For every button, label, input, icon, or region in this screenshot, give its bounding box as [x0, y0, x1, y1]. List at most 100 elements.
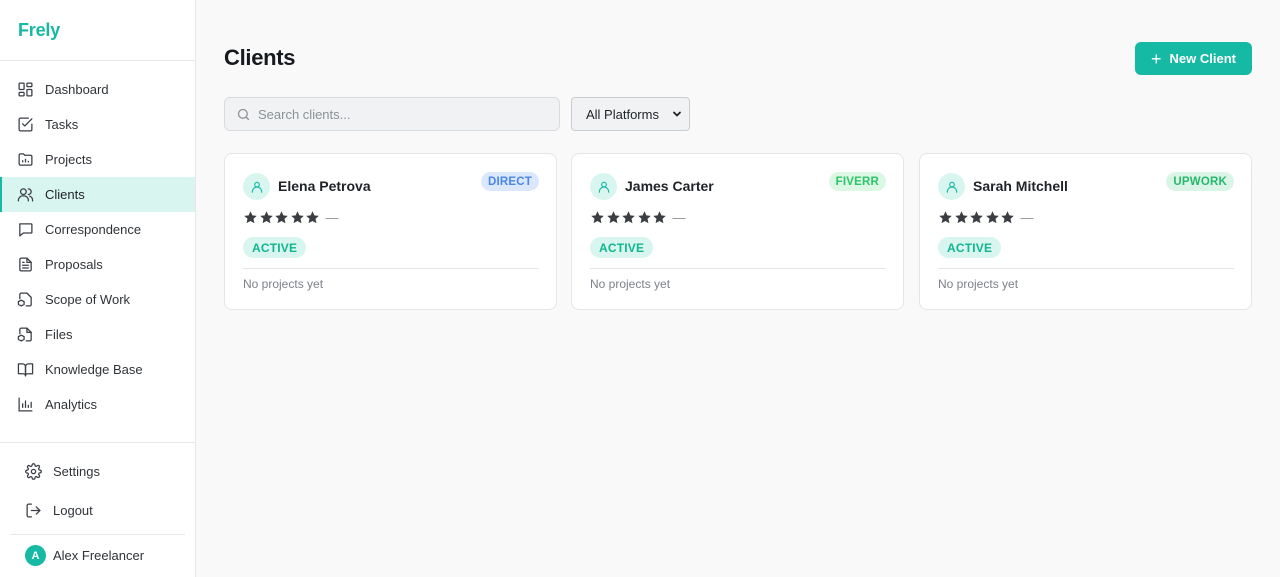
sidebar-item-label: Projects — [45, 152, 92, 167]
platform-badge: UPWORK — [1166, 172, 1234, 191]
client-avatar — [938, 173, 965, 200]
settings-label: Settings — [53, 464, 100, 479]
app-logo[interactable]: Frely — [18, 20, 60, 41]
star-icon — [653, 211, 666, 224]
sidebar-bottom-nav: Settings Logout — [0, 452, 195, 530]
sidebar-item-dashboard[interactable]: Dashboard — [0, 72, 195, 107]
sidebar-item-correspondence[interactable]: Correspondence — [0, 212, 195, 247]
folder-icon — [16, 151, 34, 169]
platform-filter-select[interactable]: All Platforms — [571, 97, 690, 131]
search-input[interactable] — [258, 106, 538, 122]
settings-button[interactable]: Settings — [0, 452, 195, 491]
user-profile[interactable]: A Alex Freelancer — [25, 545, 144, 566]
sidebar-item-projects[interactable]: Projects — [0, 142, 195, 177]
sidebar-nav: Dashboard Tasks Projects Clients Corresp… — [0, 72, 195, 422]
rating-value: — — [325, 210, 339, 225]
chat-icon — [16, 221, 34, 239]
logout-label: Logout — [53, 503, 93, 518]
star-icon — [939, 211, 952, 224]
rating: — — [590, 210, 686, 225]
star-icon — [244, 211, 257, 224]
sidebar-item-label: Analytics — [45, 397, 98, 412]
star-icon — [275, 211, 288, 224]
status-badge: ACTIVE — [938, 237, 1002, 258]
client-avatar — [590, 173, 617, 200]
new-client-label: New Client — [1169, 51, 1236, 66]
platform-badge: FIVERR — [828, 172, 886, 191]
projects-text: No projects yet — [243, 277, 324, 291]
sidebar-item-label: Scope of Work — [45, 292, 131, 307]
star-icon — [622, 211, 635, 224]
sidebar-divider — [0, 442, 195, 443]
users-icon — [16, 186, 34, 204]
rating-value: — — [1020, 210, 1034, 225]
star-icon — [290, 211, 304, 224]
book-icon — [16, 361, 34, 379]
star-icon — [606, 211, 620, 224]
sidebar-item-proposals[interactable]: Proposals — [0, 247, 195, 282]
sidebar-item-label: Knowledge Base — [45, 362, 143, 377]
tasks-icon — [16, 116, 34, 134]
star-icon — [306, 211, 319, 224]
user-icon — [251, 181, 262, 193]
sidebar-divider — [0, 60, 195, 61]
dashboard-icon — [16, 81, 34, 99]
star-icon — [985, 211, 999, 224]
logout-icon — [24, 502, 42, 520]
analytics-icon — [16, 396, 34, 414]
files-icon — [16, 326, 34, 344]
card-divider — [938, 268, 1234, 269]
projects-text: No projects yet — [590, 277, 671, 291]
chevron-down-icon — [673, 111, 681, 117]
client-avatar — [243, 173, 270, 200]
sidebar-item-scope-of-work[interactable]: Scope of Work — [0, 282, 195, 317]
projects-text: No projects yet — [938, 277, 1019, 291]
user-icon — [598, 181, 609, 193]
user-icon — [946, 181, 957, 193]
client-card[interactable]: Elena Petrova DIRECT — ACTIVE No project… — [224, 153, 557, 310]
gear-icon — [24, 463, 42, 481]
search-icon — [237, 108, 250, 120]
client-card[interactable]: James Carter FIVERR — ACTIVE No projects… — [571, 153, 904, 310]
sidebar-item-label: Tasks — [45, 117, 79, 132]
status-badge: ACTIVE — [243, 237, 307, 258]
search-box — [224, 97, 560, 131]
user-name: Alex Freelancer — [53, 548, 145, 563]
sidebar-item-knowledge-base[interactable]: Knowledge Base — [0, 352, 195, 387]
sidebar-item-tasks[interactable]: Tasks — [0, 107, 195, 142]
page-title: Clients — [224, 45, 296, 70]
scope-icon — [16, 291, 34, 309]
platform-badge: DIRECT — [480, 172, 539, 191]
star-icon — [637, 211, 651, 224]
client-card[interactable]: Sarah Mitchell UPWORK — ACTIVE No projec… — [919, 153, 1252, 310]
sidebar-item-label: Correspondence — [45, 222, 142, 237]
new-client-button[interactable]: + New Client — [1135, 42, 1252, 75]
platform-filter-value: All Platforms — [586, 106, 659, 122]
rating: — — [243, 210, 339, 225]
logout-button[interactable]: Logout — [0, 491, 195, 530]
sidebar-item-label: Dashboard — [45, 82, 109, 97]
document-icon — [16, 256, 34, 274]
star-icon — [970, 211, 983, 224]
client-name: Sarah Mitchell — [973, 178, 1068, 194]
star-icon — [259, 211, 273, 224]
star-icon — [591, 211, 604, 224]
star-icon — [1001, 211, 1014, 224]
user-divider — [10, 534, 185, 535]
rating-value: — — [672, 210, 686, 225]
sidebar: Frely Dashboard Tasks Projects Clients C… — [0, 0, 196, 577]
client-name: Elena Petrova — [278, 178, 371, 194]
card-divider — [590, 268, 886, 269]
sidebar-item-clients[interactable]: Clients — [0, 177, 195, 212]
status-badge: ACTIVE — [590, 237, 654, 258]
card-divider — [243, 268, 539, 269]
sidebar-item-files[interactable]: Files — [0, 317, 195, 352]
star-icon — [954, 211, 968, 224]
client-name: James Carter — [625, 178, 714, 194]
sidebar-item-label: Proposals — [45, 257, 103, 272]
avatar: A — [25, 545, 46, 566]
sidebar-item-label: Files — [45, 327, 73, 342]
plus-icon: + — [1151, 48, 1162, 69]
sidebar-item-analytics[interactable]: Analytics — [0, 387, 195, 422]
rating: — — [938, 210, 1034, 225]
